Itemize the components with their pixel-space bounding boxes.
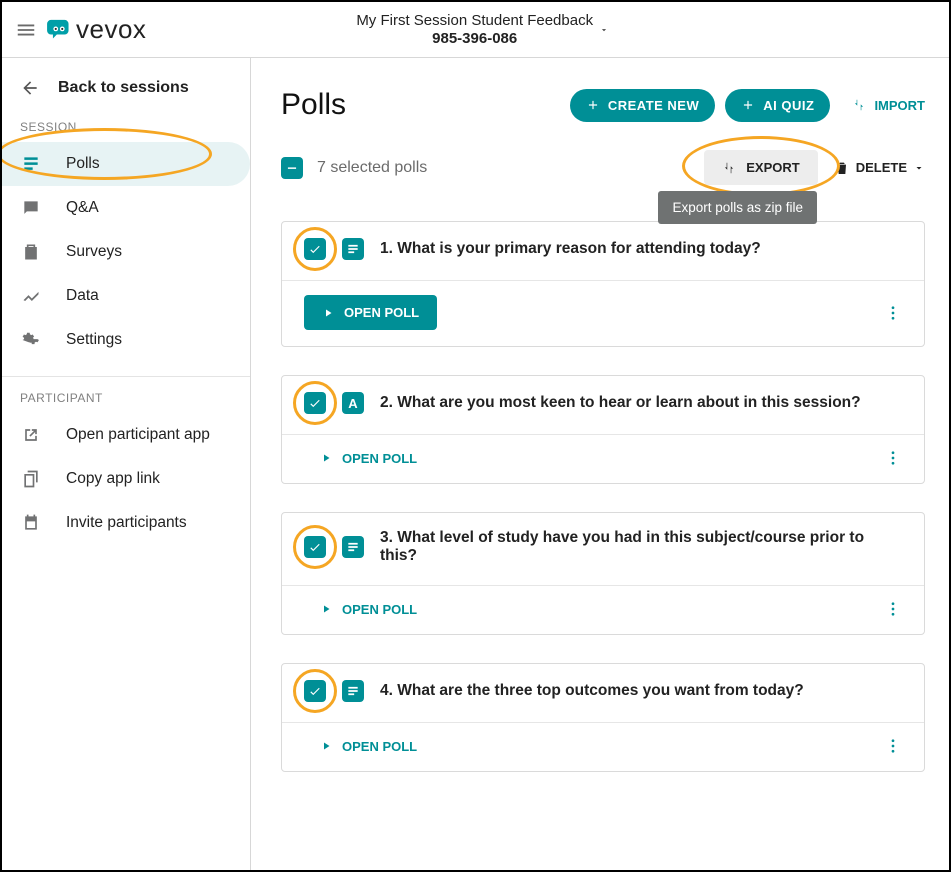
play-icon — [320, 740, 332, 752]
trash-icon — [834, 160, 850, 176]
play-icon — [320, 603, 332, 615]
session-code: 985-396-086 — [356, 30, 593, 47]
chart-line-icon — [20, 286, 42, 306]
import-icon — [852, 98, 866, 112]
plus-icon — [741, 98, 755, 112]
play-icon — [320, 452, 332, 464]
ai-quiz-label: AI QUIZ — [763, 98, 814, 113]
sidebar-item-data[interactable]: Data — [2, 274, 250, 318]
external-link-icon — [20, 425, 42, 445]
open-poll-label: OPEN POLL — [342, 739, 417, 754]
sidebar-item-qa[interactable]: Q&A — [2, 186, 250, 230]
sidebar-item-label: Data — [66, 287, 99, 305]
poll-question: 1. What is your primary reason for atten… — [380, 240, 761, 258]
sidebar-item-settings[interactable]: Settings — [2, 318, 250, 362]
poll-more-menu[interactable] — [884, 304, 902, 322]
sidebar-item-label: Copy app link — [66, 470, 160, 488]
sidebar-item-label: Q&A — [66, 199, 99, 217]
main-content: Polls CREATE NEW AI QUIZ IMPORT — [251, 58, 949, 870]
import-button[interactable]: IMPORT — [852, 98, 925, 113]
gear-icon — [20, 330, 42, 350]
chevron-down-icon[interactable] — [599, 25, 609, 35]
poll-question: 2. What are you most keen to hear or lea… — [380, 394, 861, 412]
chevron-down-icon — [913, 162, 925, 174]
create-new-label: CREATE NEW — [608, 98, 699, 113]
export-tooltip: Export polls as zip file — [658, 191, 817, 224]
poll-checkbox[interactable] — [304, 392, 326, 414]
poll-card: 4. What are the three top outcomes you w… — [281, 663, 925, 772]
delete-label: DELETE — [856, 160, 907, 175]
open-poll-button[interactable]: OPEN POLL — [304, 295, 437, 330]
poll-card: A 2. What are you most keen to hear or le… — [281, 375, 925, 484]
clipboard-icon — [20, 242, 42, 262]
section-session-label: SESSION — [2, 120, 250, 142]
poll-type-icon — [342, 238, 364, 260]
play-icon — [322, 307, 334, 319]
poll-checkbox[interactable] — [304, 238, 326, 260]
sidebar-item-label: Polls — [66, 155, 100, 173]
sidebar-item-polls[interactable]: Polls — [2, 142, 250, 186]
menu-icon[interactable] — [12, 16, 40, 44]
calendar-icon — [20, 513, 42, 533]
poll-more-menu[interactable] — [884, 600, 902, 618]
copy-icon — [20, 469, 42, 489]
top-bar: vevox My First Session Student Feedback … — [2, 2, 949, 58]
poll-question: 3. What level of study have you had in t… — [380, 529, 902, 565]
open-poll-label: OPEN POLL — [342, 451, 417, 466]
sidebar-item-open-participant-app[interactable]: Open participant app — [2, 413, 250, 457]
ai-quiz-button[interactable]: AI QUIZ — [725, 89, 830, 122]
sidebar-item-label: Settings — [66, 331, 122, 349]
delete-button[interactable]: DELETE — [834, 160, 925, 176]
sidebar-item-surveys[interactable]: Surveys — [2, 230, 250, 274]
poll-card: 1. What is your primary reason for atten… — [281, 221, 925, 347]
sidebar-item-label: Invite participants — [66, 514, 187, 532]
polls-icon — [20, 154, 42, 174]
create-new-button[interactable]: CREATE NEW — [570, 89, 715, 122]
export-label: EXPORT — [746, 160, 799, 175]
export-icon — [722, 161, 736, 175]
export-button[interactable]: EXPORT — [704, 150, 817, 185]
selected-count: 7 selected polls — [317, 159, 427, 177]
poll-more-menu[interactable] — [884, 449, 902, 467]
poll-checkbox[interactable] — [304, 536, 326, 558]
back-label: Back to sessions — [58, 79, 189, 97]
session-title-block[interactable]: My First Session Student Feedback 985-39… — [356, 12, 593, 47]
poll-more-menu[interactable] — [884, 737, 902, 755]
logo-text: vevox — [76, 14, 146, 45]
poll-type-icon — [342, 680, 364, 702]
page-title: Polls — [281, 88, 346, 122]
open-poll-label: OPEN POLL — [342, 602, 417, 617]
sidebar: Back to sessions SESSION Polls Q&A — [2, 58, 251, 870]
sidebar-item-label: Surveys — [66, 243, 122, 261]
chat-icon — [20, 198, 42, 218]
poll-checkbox[interactable] — [304, 680, 326, 702]
section-participant-label: PARTICIPANT — [2, 391, 250, 413]
import-label: IMPORT — [874, 98, 925, 113]
open-poll-button[interactable]: OPEN POLL — [304, 451, 417, 466]
poll-question: 4. What are the three top outcomes you w… — [380, 682, 804, 700]
sidebar-item-copy-app-link[interactable]: Copy app link — [2, 457, 250, 501]
poll-type-icon: A — [342, 392, 364, 414]
logo-icon — [46, 17, 72, 43]
select-all-checkbox[interactable] — [281, 157, 303, 179]
arrow-left-icon — [20, 78, 40, 98]
sidebar-item-invite-participants[interactable]: Invite participants — [2, 501, 250, 545]
poll-card: 3. What level of study have you had in t… — [281, 512, 925, 635]
plus-icon — [586, 98, 600, 112]
back-to-sessions[interactable]: Back to sessions — [2, 72, 250, 120]
open-poll-button[interactable]: OPEN POLL — [304, 739, 417, 754]
poll-type-icon — [342, 536, 364, 558]
sidebar-item-label: Open participant app — [66, 426, 210, 444]
open-poll-label: OPEN POLL — [344, 305, 419, 320]
app-logo[interactable]: vevox — [46, 14, 146, 45]
open-poll-button[interactable]: OPEN POLL — [304, 602, 417, 617]
session-title: My First Session Student Feedback — [356, 12, 593, 29]
